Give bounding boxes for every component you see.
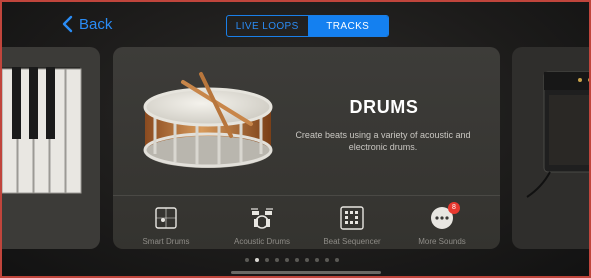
- tab-tracks[interactable]: TRACKS: [307, 16, 388, 36]
- keyboard-image: [2, 67, 82, 194]
- back-label: Back: [79, 15, 113, 33]
- divider: [113, 195, 500, 196]
- page-dot[interactable]: [295, 258, 299, 262]
- beat-sequencer-label: Beat Sequencer: [323, 237, 381, 246]
- page-dot[interactable]: [335, 258, 339, 262]
- snare-drum-image: [143, 72, 273, 168]
- page-dot[interactable]: [275, 258, 279, 262]
- drums-card[interactable]: DRUMS Create beats using a variety of ac…: [113, 47, 500, 249]
- card-description: Create beats using a variety of acoustic…: [295, 130, 471, 152]
- amp-card[interactable]: [512, 47, 589, 249]
- chevron-left-icon: [62, 15, 73, 33]
- page-indicator[interactable]: [245, 258, 339, 262]
- segmented-control: LIVE LOOPS TRACKS: [226, 15, 389, 37]
- more-sounds-option[interactable]: 8 More Sounds: [397, 202, 487, 246]
- screen: Back LIVE LOOPS TRACKS DRUMS Create beat…: [0, 0, 591, 278]
- amp-image: [526, 71, 589, 198]
- tab-live-loops[interactable]: LIVE LOOPS: [227, 16, 308, 36]
- beat-sequencer-option[interactable]: Beat Sequencer: [307, 205, 397, 246]
- acoustic-drums-option[interactable]: Acoustic Drums: [217, 205, 307, 246]
- smart-drums-option[interactable]: Smart Drums: [121, 205, 211, 246]
- home-indicator[interactable]: [231, 271, 381, 274]
- more-sounds-label: More Sounds: [418, 237, 466, 246]
- smart-drums-label: Smart Drums: [142, 237, 190, 246]
- page-dot[interactable]: [315, 258, 319, 262]
- page-dot[interactable]: [325, 258, 329, 262]
- page-dot[interactable]: [305, 258, 309, 262]
- back-button[interactable]: Back: [60, 15, 112, 33]
- page-dot[interactable]: [265, 258, 269, 262]
- drum-kit-icon: [251, 208, 273, 229]
- card-title: DRUMS: [349, 97, 419, 117]
- notification-badge: 8: [448, 202, 460, 214]
- beat-sequencer-icon: [340, 206, 364, 230]
- page-dot[interactable]: [285, 258, 289, 262]
- page-dot[interactable]: [245, 258, 249, 262]
- acoustic-drums-label: Acoustic Drums: [233, 237, 290, 246]
- page-dot[interactable]: [255, 258, 259, 262]
- smart-drums-icon: [155, 207, 177, 229]
- keyboard-card[interactable]: [2, 47, 100, 249]
